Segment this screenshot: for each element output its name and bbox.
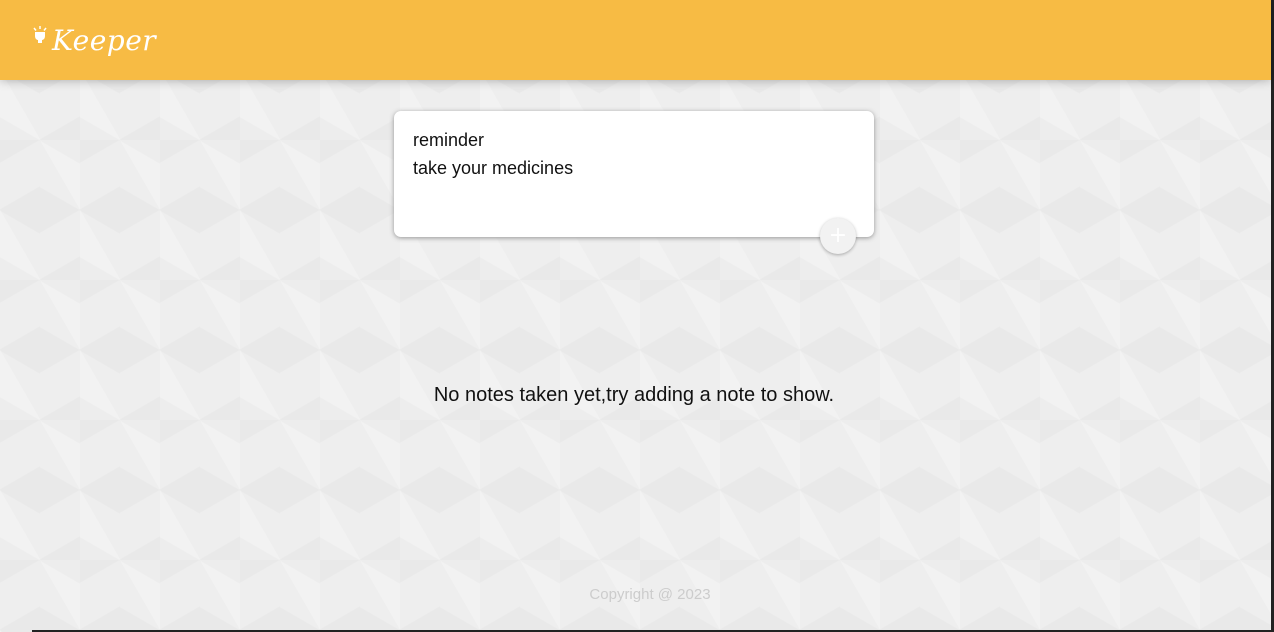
note-content-input[interactable]: take your medicines xyxy=(413,157,855,217)
brand: Keeper xyxy=(32,24,156,57)
app-window: Keeper take your medicines + No notes ta… xyxy=(0,0,1274,630)
empty-notes-message: No notes taken yet,try adding a note to … xyxy=(433,384,835,406)
note-title-input[interactable] xyxy=(413,129,855,151)
app-header: Keeper xyxy=(0,0,1271,80)
plus-icon: + xyxy=(828,223,848,248)
footer: Copyright @ 2023 xyxy=(0,586,1274,603)
lamp-icon xyxy=(32,25,48,47)
create-note-form: take your medicines xyxy=(394,111,874,237)
copyright-text: Copyright @ 2023 xyxy=(589,586,711,603)
add-note-button[interactable]: + xyxy=(820,218,856,254)
app-title: Keeper xyxy=(52,23,157,57)
